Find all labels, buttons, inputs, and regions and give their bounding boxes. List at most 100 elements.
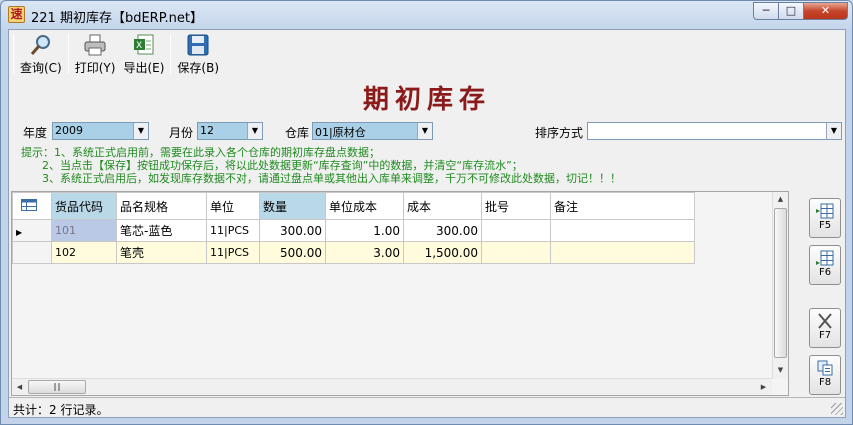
scroll-up-icon[interactable]: ▲ <box>773 192 788 207</box>
month-label: 月份 <box>169 126 194 140</box>
year-value: 2009 <box>55 124 83 137</box>
insert-row-icon <box>816 203 834 219</box>
month-value: 12 <box>200 124 214 137</box>
cell-note[interactable] <box>550 219 695 242</box>
scroll-left-icon[interactable]: ◀ <box>12 380 27 395</box>
toolbar-separator <box>170 34 172 74</box>
toolbar-separator <box>13 34 14 74</box>
cell-unit-cost[interactable]: 3.00 <box>325 241 404 264</box>
year-select[interactable]: 2009 ▼ <box>52 122 149 140</box>
window-controls: ─ □ ✕ <box>753 2 848 20</box>
cell-unit[interactable]: 11|PCS <box>206 241 260 264</box>
vertical-scrollbar[interactable]: ▲ ▼ <box>772 192 788 379</box>
cell-code[interactable]: 102 <box>51 241 117 264</box>
copy-row-button[interactable]: F8 <box>809 355 841 395</box>
column-header-batch[interactable]: 批号 <box>481 192 551 220</box>
column-header-cost[interactable]: 成本 <box>403 192 482 220</box>
cell-name[interactable]: 笔芯-蓝色 <box>116 219 207 242</box>
save-button-label: 保存(B) <box>177 61 220 75</box>
window-title: 221 期初库存【bdERP.net】 <box>31 11 203 26</box>
cell-name[interactable]: 笔壳 <box>116 241 207 264</box>
cell-cost[interactable]: 1,500.00 <box>403 241 482 264</box>
record-count: 共计：2 行记录。 <box>13 403 109 417</box>
scroll-right-icon[interactable]: ▶ <box>756 380 771 395</box>
append-row-icon <box>816 250 834 266</box>
warehouse-select[interactable]: 01|原材仓 ▼ <box>312 122 433 140</box>
column-header-unit[interactable]: 单位 <box>206 192 260 220</box>
horizontal-scroll-thumb[interactable]: ‖‖ <box>28 380 86 394</box>
tip-line: 3、系统正式启用后，如发现库存数据不对，请通过盘点单或其他出入库单来调整，千万不… <box>21 172 621 185</box>
row-pointer-icon: ▶ <box>16 227 23 237</box>
table-row[interactable]: 102 笔壳 11|PCS 500.00 3.00 1,500.00 <box>12 241 695 264</box>
app-window: 速 221 期初库存【bdERP.net】 ─ □ ✕ 查询(C) 打印(Y) <box>0 0 853 425</box>
cell-unit-cost[interactable]: 1.00 <box>325 219 404 242</box>
append-row-button[interactable]: F6 <box>809 245 841 285</box>
sort-select[interactable]: ▼ <box>587 122 842 140</box>
cell-unit[interactable]: 11|PCS <box>206 219 260 242</box>
insert-row-button[interactable]: F5 <box>809 198 841 238</box>
scroll-down-icon[interactable]: ▼ <box>773 363 788 378</box>
warehouse-value: 01|原材仓 <box>315 126 366 139</box>
tip-line: 2、当点击【保存】按钮成功保存后，将以此处数据更新“库存查询”中的数据，并清空“… <box>21 159 523 172</box>
status-bar: 共计：2 行记录。 <box>9 397 845 417</box>
column-header-code[interactable]: 货品代码 <box>51 192 117 220</box>
delete-row-key: F7 <box>818 330 832 341</box>
tips-text: 提示：1、系统正式启用前，需要在此录入各个仓库的期初库存盘点数据； 2、当点击【… <box>21 146 621 185</box>
row-indicator[interactable]: ▶ <box>12 219 52 242</box>
cell-qty[interactable]: 500.00 <box>259 241 326 264</box>
year-label: 年度 <box>23 126 48 140</box>
inventory-table: 货品代码 品名规格 单位 数量 单位成本 成本 批号 备注 ▶ 101 笔芯-蓝… <box>12 192 695 264</box>
svg-text:X: X <box>136 41 142 51</box>
column-chooser[interactable] <box>12 192 52 220</box>
column-header-unit-cost[interactable]: 单位成本 <box>325 192 404 220</box>
magnifier-icon <box>29 33 53 57</box>
append-row-key: F6 <box>818 267 832 278</box>
query-button[interactable]: 查询(C) <box>16 30 66 76</box>
export-button-label: 导出(E) <box>123 61 165 75</box>
tip-line: 提示：1、系统正式启用前，需要在此录入各个仓库的期初库存盘点数据； <box>21 146 380 159</box>
print-button[interactable]: 打印(Y) <box>71 30 120 76</box>
filter-bar: 年度 2009 ▼ 月份 12 ▼ 仓库 01|原材仓 ▼ 排序方式 ▼ <box>9 122 845 142</box>
cell-code[interactable]: 101 <box>51 219 117 242</box>
client-area: 查询(C) 打印(Y) X 导出(E) 保存(B) 期初库存 年度 2009 ▼… <box>8 29 846 418</box>
vertical-scroll-thumb[interactable] <box>774 208 787 358</box>
chevron-down-icon[interactable]: ▼ <box>247 123 262 139</box>
printer-icon <box>83 33 107 57</box>
maximize-button[interactable]: □ <box>779 2 804 20</box>
cell-batch[interactable] <box>481 241 551 264</box>
export-button[interactable]: X 导出(E) <box>119 30 168 76</box>
toolbar: 查询(C) 打印(Y) X 导出(E) 保存(B) <box>9 30 845 77</box>
save-button[interactable]: 保存(B) <box>173 30 223 76</box>
delete-row-button[interactable]: F7 <box>809 308 841 348</box>
cell-batch[interactable] <box>481 219 551 242</box>
row-indicator[interactable] <box>12 241 52 264</box>
copy-row-key: F8 <box>818 377 832 388</box>
chevron-down-icon[interactable]: ▼ <box>133 123 148 139</box>
sort-label: 排序方式 <box>535 126 584 140</box>
grid-icon <box>21 198 37 211</box>
column-header-name[interactable]: 品名规格 <box>116 192 207 220</box>
app-logo-icon: 速 <box>8 6 25 23</box>
warehouse-label: 仓库 <box>285 126 310 140</box>
title-bar[interactable]: 速 221 期初库存【bdERP.net】 ─ □ ✕ <box>1 1 852 29</box>
minimize-button[interactable]: ─ <box>753 2 779 20</box>
chevron-down-icon[interactable]: ▼ <box>417 123 432 139</box>
delete-icon <box>816 313 834 329</box>
table-row[interactable]: ▶ 101 笔芯-蓝色 11|PCS 300.00 1.00 300.00 <box>12 219 695 242</box>
cell-note[interactable] <box>550 241 695 264</box>
inventory-grid: 货品代码 品名规格 单位 数量 单位成本 成本 批号 备注 ▶ 101 笔芯-蓝… <box>11 191 789 396</box>
page-title: 期初库存 <box>362 85 491 115</box>
close-button[interactable]: ✕ <box>804 2 848 20</box>
cell-qty[interactable]: 300.00 <box>259 219 326 242</box>
column-header-qty[interactable]: 数量 <box>259 192 326 220</box>
horizontal-scrollbar[interactable]: ◀ ‖‖ ▶ <box>12 378 772 395</box>
month-select[interactable]: 12 ▼ <box>197 122 263 140</box>
resize-grip-icon[interactable] <box>831 403 843 415</box>
cell-cost[interactable]: 300.00 <box>403 219 482 242</box>
chevron-down-icon[interactable]: ▼ <box>826 123 841 139</box>
copy-icon <box>816 360 834 376</box>
floppy-disk-icon <box>186 33 210 57</box>
column-header-note[interactable]: 备注 <box>550 192 695 220</box>
insert-row-key: F5 <box>818 220 832 231</box>
query-button-label: 查询(C) <box>20 61 62 75</box>
